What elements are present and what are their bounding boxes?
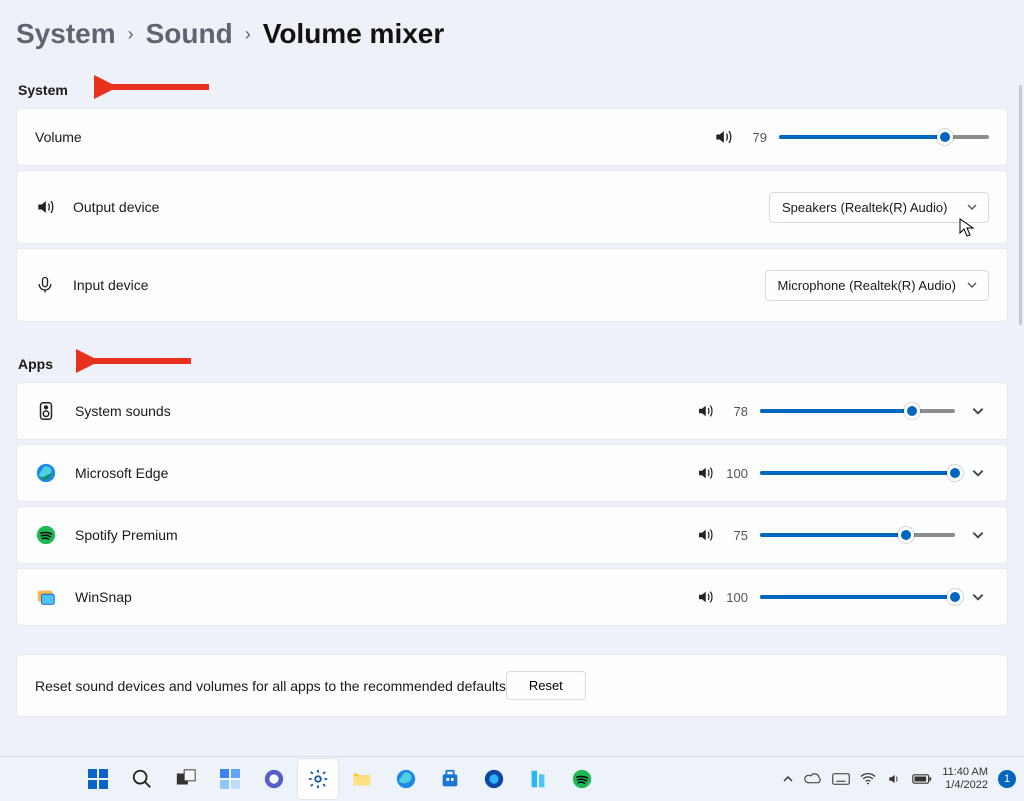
app-volume-row[interactable]: Microsoft Edge 100 <box>16 444 1008 502</box>
expand-button[interactable] <box>967 466 989 480</box>
app-volume-row[interactable]: System sounds 78 <box>16 382 1008 440</box>
app-name: Microsoft Edge <box>75 465 168 481</box>
microphone-icon <box>35 275 55 295</box>
app-name: Spotify Premium <box>75 527 178 543</box>
volume-label: Volume <box>35 129 82 145</box>
battery-icon[interactable] <box>912 773 932 785</box>
app-name: System sounds <box>75 403 171 419</box>
app-volume-slider[interactable] <box>760 401 955 421</box>
app-volume-slider[interactable] <box>760 587 955 607</box>
taskbar-app-edge[interactable] <box>386 759 426 799</box>
volume-tray-icon[interactable] <box>886 772 902 786</box>
taskbar-app-generic-1[interactable] <box>474 759 514 799</box>
taskbar-app-explorer[interactable] <box>342 759 382 799</box>
speaker-icon[interactable] <box>696 526 714 544</box>
chevron-down-icon <box>966 279 978 291</box>
annotation-arrow-icon <box>94 74 214 100</box>
annotation-arrow-icon <box>76 348 196 374</box>
keyboard-icon[interactable] <box>832 772 850 786</box>
speaker-icon[interactable] <box>696 464 714 482</box>
app-volume-row[interactable]: WinSnap 100 <box>16 568 1008 626</box>
chevron-down-icon <box>966 201 978 213</box>
expand-button[interactable] <box>967 590 989 604</box>
reset-button[interactable]: Reset <box>506 671 586 700</box>
speaker-icon[interactable] <box>696 588 714 606</box>
app-volume-value: 100 <box>726 466 748 481</box>
wifi-icon[interactable] <box>860 772 876 786</box>
output-device-select[interactable]: Speakers (Realtek(R) Audio) <box>769 192 989 223</box>
input-device-label: Input device <box>73 277 149 293</box>
app-icon <box>35 524 57 546</box>
breadcrumb-sound[interactable]: Sound <box>146 18 233 50</box>
chevron-right-icon: › <box>128 24 134 45</box>
app-name: WinSnap <box>75 589 132 605</box>
input-device-row[interactable]: Input device Microphone (Realtek(R) Audi… <box>16 248 1008 322</box>
output-device-row[interactable]: Output device Speakers (Realtek(R) Audio… <box>16 170 1008 244</box>
app-icon <box>35 462 57 484</box>
taskbar-app-chat[interactable] <box>254 759 294 799</box>
reset-description: Reset sound devices and volumes for all … <box>35 678 506 694</box>
output-device-selected: Speakers (Realtek(R) Audio) <box>782 200 947 215</box>
speaker-icon[interactable] <box>713 127 733 147</box>
volume-value: 79 <box>745 130 767 145</box>
chevron-right-icon: › <box>245 24 251 45</box>
system-volume-row: Volume 79 <box>16 108 1008 166</box>
expand-button[interactable] <box>967 528 989 542</box>
volume-slider[interactable] <box>779 127 989 147</box>
reset-row: Reset sound devices and volumes for all … <box>16 654 1008 717</box>
breadcrumb-current: Volume mixer <box>263 18 445 50</box>
breadcrumb: System › Sound › Volume mixer <box>16 18 1008 50</box>
taskbar-app-generic-2[interactable] <box>518 759 558 799</box>
app-volume-value: 100 <box>726 590 748 605</box>
expand-button[interactable] <box>967 404 989 418</box>
app-volume-slider[interactable] <box>760 463 955 483</box>
search-button[interactable] <box>122 759 162 799</box>
app-icon <box>35 400 57 422</box>
taskbar-app-spotify[interactable] <box>562 759 602 799</box>
tray-date: 1/4/2022 <box>942 779 988 792</box>
tray-overflow-button[interactable] <box>782 773 794 785</box>
start-button[interactable] <box>78 759 118 799</box>
input-device-select[interactable]: Microphone (Realtek(R) Audio) <box>765 270 989 301</box>
breadcrumb-system[interactable]: System <box>16 18 116 50</box>
input-device-selected: Microphone (Realtek(R) Audio) <box>778 278 956 293</box>
section-label-system: System <box>18 82 68 98</box>
taskbar: 11:40 AM 1/4/2022 1 <box>0 756 1024 801</box>
notification-badge[interactable]: 1 <box>998 770 1016 788</box>
scrollbar[interactable] <box>1019 85 1022 325</box>
speaker-icon <box>35 197 55 217</box>
speaker-icon[interactable] <box>696 402 714 420</box>
app-icon <box>35 586 57 608</box>
tray-time: 11:40 AM <box>942 766 988 779</box>
tray-clock[interactable]: 11:40 AM 1/4/2022 <box>942 766 988 791</box>
taskbar-app-store[interactable] <box>430 759 470 799</box>
section-label-apps: Apps <box>18 356 53 372</box>
taskbar-app-settings[interactable] <box>298 759 338 799</box>
output-device-label: Output device <box>73 199 159 215</box>
app-volume-slider[interactable] <box>760 525 955 545</box>
app-volume-row[interactable]: Spotify Premium 75 <box>16 506 1008 564</box>
app-volume-value: 75 <box>726 528 748 543</box>
task-view-button[interactable] <box>166 759 206 799</box>
app-volume-value: 78 <box>726 404 748 419</box>
widgets-button[interactable] <box>210 759 250 799</box>
onedrive-icon[interactable] <box>804 772 822 786</box>
